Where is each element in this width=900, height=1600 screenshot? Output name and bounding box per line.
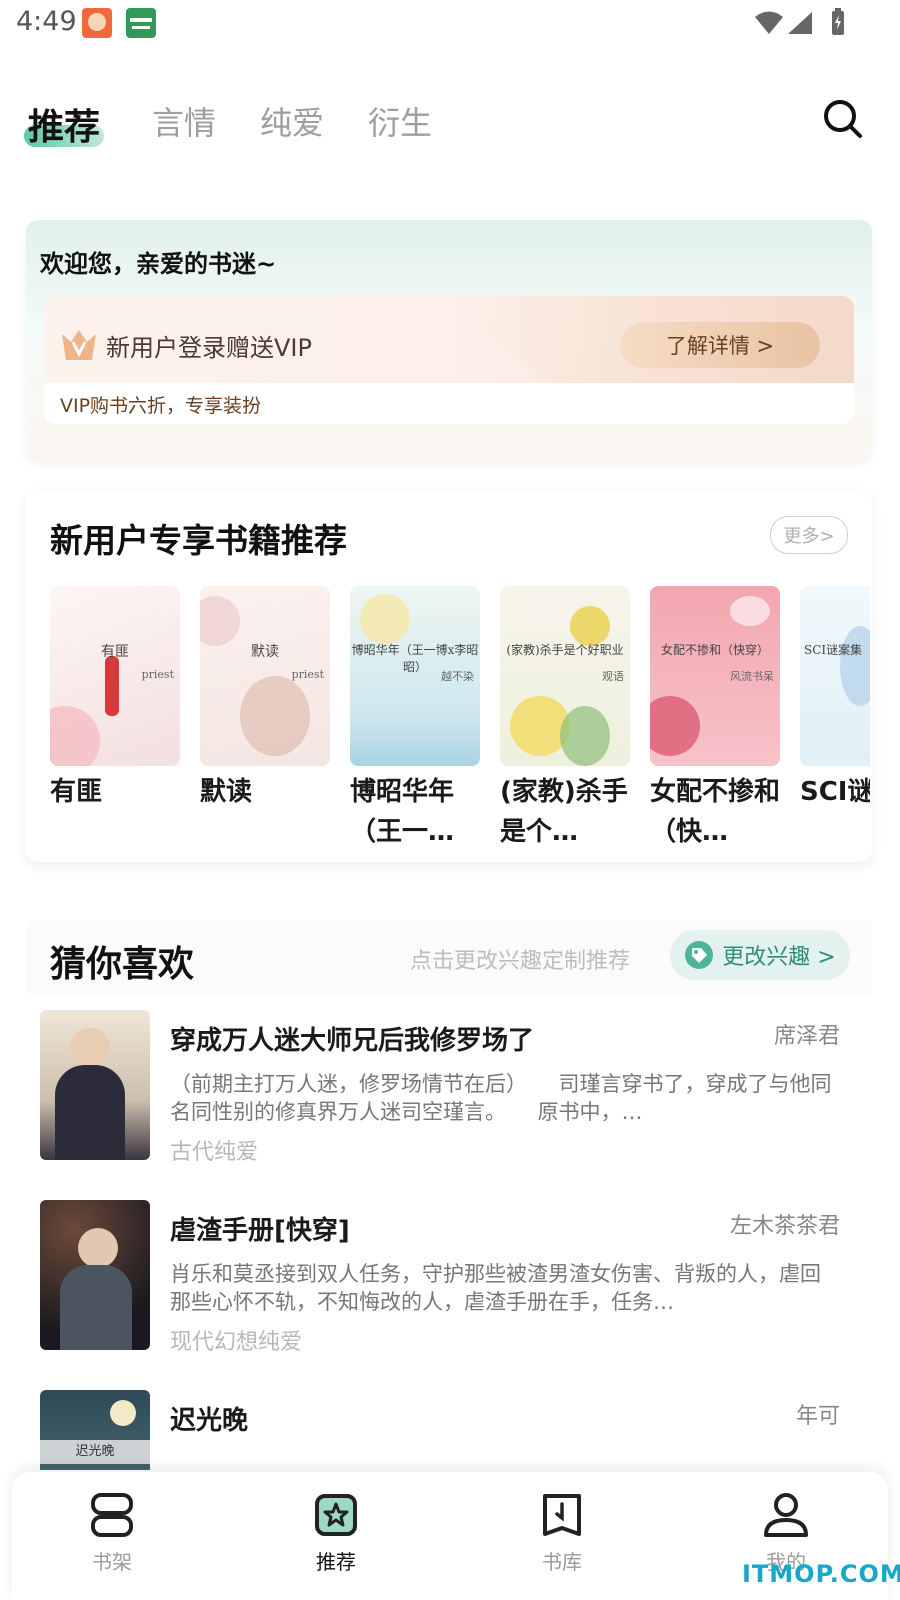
status-time: 4:49 xyxy=(16,6,77,37)
wifi-icon xyxy=(755,11,783,34)
book-title: 穿成万人迷大师兄后我修罗场了 xyxy=(170,1026,535,1056)
change-interest-button[interactable]: 更改兴趣 > xyxy=(670,930,850,980)
section-title: 新用户专享书籍推荐 xyxy=(50,521,347,560)
tab-pure-love[interactable]: 纯爱 xyxy=(260,98,324,144)
section-title: 猜你喜欢 xyxy=(50,944,195,985)
book-cover-author: priest xyxy=(141,668,174,681)
list-item[interactable]: 虐渣手册[快穿] 左木茶茶君 肖乐和莫丞接到双人任务，守护那些被渣男渣女伤害、背… xyxy=(40,1200,850,1355)
book-title: 迟光晚 xyxy=(170,1406,249,1436)
battery-icon xyxy=(832,8,844,35)
watermark: ITMOP.COM xyxy=(742,1560,900,1588)
book-card[interactable]: 博昭华年（王一博x李昭昭） 越不染 博昭华年（王一… xyxy=(350,586,480,852)
book-cover-author: 风流书呆 xyxy=(730,670,774,683)
book-card[interactable]: 女配不掺和（快穿） 风流书呆 女配不掺和（快… xyxy=(650,586,780,852)
profile-icon xyxy=(764,1493,808,1537)
book-card[interactable]: SCI谜案集（ SCI谜集（第 xyxy=(800,586,870,812)
nav-label: 书库 xyxy=(542,1550,582,1574)
more-button[interactable]: 更多> xyxy=(770,516,848,554)
list-item[interactable]: 穿成万人迷大师兄后我修罗场了 席泽君 （前期主打万人迷，修罗场情节在后） 司瑾言… xyxy=(40,1010,850,1165)
guess-hint: 点击更改兴趣定制推荐 xyxy=(410,949,631,974)
book-card[interactable]: 有匪 priest 有匪 xyxy=(50,586,180,812)
learn-more-button[interactable]: 了解详情 > xyxy=(620,322,820,368)
nav-bookshelf[interactable]: 书架 xyxy=(52,1490,172,1575)
book-cover-title: 有匪 xyxy=(101,644,129,660)
vip-subtitle: VIP购书六折，专享装扮 xyxy=(60,395,262,417)
book-name: SCI谜集（第 xyxy=(800,777,870,807)
nav-label: 推荐 xyxy=(316,1550,356,1574)
book-card[interactable]: 默读 priest 默读 xyxy=(200,586,330,812)
book-thumbnail: 迟光晚 xyxy=(40,1390,150,1470)
library-icon xyxy=(543,1494,581,1536)
book-cover-author: 越不染 xyxy=(441,670,474,683)
nav-label: 书架 xyxy=(92,1550,132,1574)
book-name: 博昭华年（王一… xyxy=(350,777,455,847)
book-cover-author: priest xyxy=(291,668,324,681)
list-item[interactable]: 迟光晚 迟光晚 年可 xyxy=(40,1390,850,1470)
book-thumbnail xyxy=(40,1010,150,1160)
nav-library[interactable]: 书库 xyxy=(502,1490,622,1575)
book-description: 肖乐和莫丞接到双人任务，守护那些被渣男渣女伤害、背叛的人，虐回那些心怀不轨，不知… xyxy=(170,1262,821,1314)
book-cover-title: 女配不掺和（快穿） xyxy=(660,643,769,657)
tag-icon xyxy=(685,941,714,969)
book-card[interactable]: (家教)杀手是个好职业 观语 (家教)杀手是个… xyxy=(500,586,630,852)
book-cover: 有匪 priest xyxy=(50,586,180,766)
signal-icon xyxy=(788,12,812,34)
tab-recommend[interactable]: 推荐 xyxy=(28,98,100,150)
book-cover: (家教)杀手是个好职业 观语 xyxy=(500,586,630,766)
book-cover-title: 迟光晚 xyxy=(40,1440,150,1464)
book-name: (家教)杀手是个… xyxy=(500,777,628,847)
change-interest-label: 更改兴趣 > xyxy=(722,945,836,970)
book-cover-title: 默读 xyxy=(251,644,279,660)
book-cover: 女配不掺和（快穿） 风流书呆 xyxy=(650,586,780,766)
book-genre: 现代幻想纯爱 xyxy=(170,1330,303,1355)
book-cover: 博昭华年（王一博x李昭昭） 越不染 xyxy=(350,586,480,766)
bookshelf-icon xyxy=(91,1493,133,1537)
book-cover: 默读 priest xyxy=(200,586,330,766)
book-title: 虐渣手册[快穿] xyxy=(170,1216,350,1246)
vip-title: 新用户登录赠送VIP xyxy=(106,334,312,362)
book-author: 席泽君 xyxy=(773,1024,840,1049)
book-author: 年可 xyxy=(795,1404,840,1429)
book-author: 左木茶茶君 xyxy=(729,1214,840,1239)
book-cover-title: SCI谜案集（ xyxy=(804,643,870,657)
tab-romance[interactable]: 言情 xyxy=(152,98,216,144)
tab-fanfic[interactable]: 衍生 xyxy=(368,98,432,144)
book-name: 有匪 xyxy=(50,777,103,807)
search-icon[interactable] xyxy=(822,98,864,140)
book-cover-author: 观语 xyxy=(602,670,624,683)
book-description: （前期主打万人迷，修罗场情节在后） 司瑾言穿书了，穿成了与他同名同性别的修真界万… xyxy=(170,1072,832,1124)
notification-app-icon xyxy=(82,8,112,38)
book-cover-title: (家教)杀手是个好职业 xyxy=(506,643,624,657)
book-name: 女配不掺和（快… xyxy=(650,777,781,847)
recommend-icon xyxy=(315,1494,357,1536)
notification-app-icon xyxy=(126,8,156,38)
crown-icon xyxy=(62,330,96,360)
book-cover: SCI谜案集（ xyxy=(800,586,870,766)
book-name: 默读 xyxy=(200,777,253,807)
book-genre: 古代纯爱 xyxy=(170,1140,259,1165)
nav-recommend[interactable]: 推荐 xyxy=(276,1490,396,1575)
welcome-title: 欢迎您，亲爱的书迷~ xyxy=(40,250,277,278)
book-thumbnail xyxy=(40,1200,150,1350)
